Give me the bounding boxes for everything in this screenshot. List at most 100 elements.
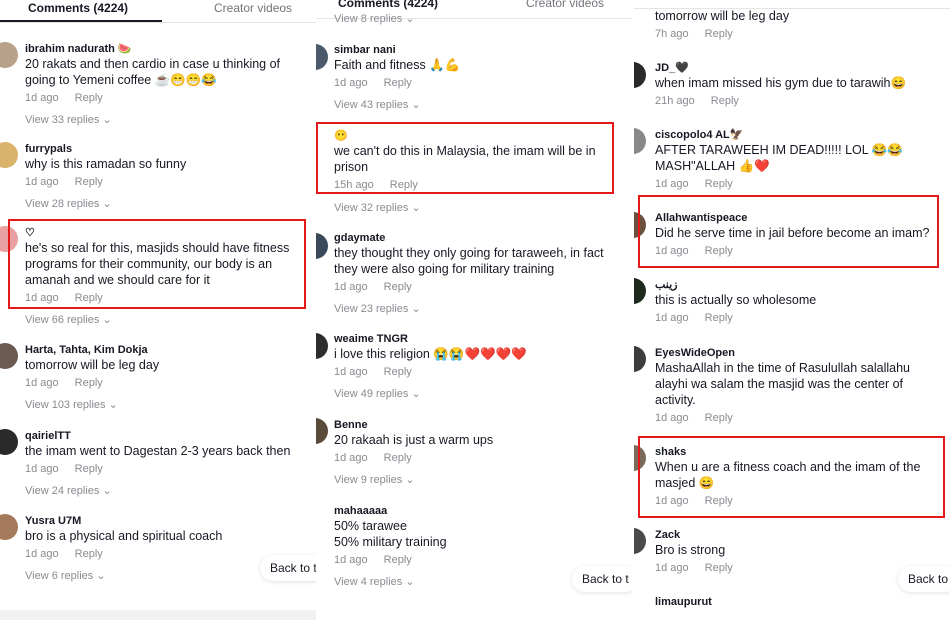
avatar[interactable] [634,528,646,554]
reply-button[interactable]: Reply [75,92,103,104]
comment-author[interactable]: JD_🖤 [655,61,945,75]
avatar[interactable] [634,445,646,471]
comment-author[interactable]: EyesWideOpen [655,346,925,360]
comment-time: 1d ago [334,281,368,293]
avatar[interactable] [0,514,18,540]
reply-button[interactable]: Reply [705,28,733,40]
comment-author[interactable]: furrypals [25,142,310,156]
view-replies-button[interactable]: View 66 replies ⌄ [25,313,300,327]
comment-author[interactable]: gdaymate [334,231,630,245]
reply-button[interactable]: Reply [384,77,412,89]
reply-button[interactable]: Reply [711,95,739,107]
tab-creator-videos[interactable]: Creator videos [526,0,604,11]
avatar[interactable] [634,346,646,372]
reply-button[interactable]: Reply [705,245,733,257]
comment-author[interactable]: mahaaaaa [334,504,624,518]
reply-button[interactable]: Reply [75,176,103,188]
tab-comments[interactable]: Comments (4224) [28,0,128,16]
comment-author[interactable]: زينب [655,278,945,292]
comment-item: Harta, Tahta, Kim Dokja tomorrow will be… [25,343,310,412]
comment-item: ciscopolo4 AL🦅 AFTER TARAWEEH IM DEAD!!!… [655,128,945,191]
avatar[interactable] [316,233,328,259]
comment-author[interactable]: shaks [655,445,940,459]
reply-button[interactable]: Reply [705,495,733,507]
comment-text: i love this religion 😭😭❤️❤️❤️❤️ [334,347,527,361]
reply-button[interactable]: Reply [384,554,412,566]
comment-item: ♡ he's so real for this, masjids should … [25,226,300,327]
comment-author[interactable]: qairielTT [25,429,315,443]
bottom-bar [0,610,316,620]
view-replies-button[interactable]: View 23 replies ⌄ [334,302,630,316]
tab-creator-videos[interactable]: Creator videos [214,0,292,16]
avatar[interactable] [0,142,18,168]
view-replies-button[interactable]: View 49 replies ⌄ [334,387,624,401]
comment-author[interactable]: ♡ [25,226,300,240]
tab-bar: Comments (4224) Creator videos [0,0,316,23]
reply-button[interactable]: Reply [705,178,733,190]
comment-author[interactable]: ciscopolo4 AL🦅 [655,128,945,142]
comment-time: 1d ago [655,245,689,257]
reply-button[interactable]: Reply [384,366,412,378]
reply-button[interactable]: Reply [705,562,733,574]
comment-item: JD_🖤 when imam missed his gym due to tar… [655,61,945,108]
comment-author[interactable]: Yusra U7M [25,514,310,528]
avatar[interactable] [316,418,328,444]
back-to-top-button[interactable]: Back to t [572,566,632,592]
comment-author[interactable]: ibrahim nadurath 🍉 [25,42,310,56]
comment-text: bro is a physical and spiritual coach [25,529,223,543]
view-replies-button[interactable]: View 43 replies ⌄ [334,98,624,112]
back-to-top-button[interactable]: Back to t [260,555,316,581]
comment-text: they thought they only going for tarawee… [334,246,604,276]
back-to-top-button[interactable]: Back to [898,566,950,592]
reply-button[interactable]: Reply [75,463,103,475]
view-replies-button[interactable]: View 33 replies ⌄ [25,113,310,127]
comment-item: 😶 we can't do this in Malaysia, the imam… [334,129,619,215]
reply-button[interactable]: Reply [75,548,103,560]
comment-author[interactable]: simbar nani [334,43,624,57]
comment-text: 50% tarawee 50% military training [334,519,447,549]
reply-button[interactable]: Reply [384,281,412,293]
avatar[interactable] [0,343,18,369]
comment-time: 21h ago [655,95,695,107]
reply-button[interactable]: Reply [390,179,418,191]
comment-text: Bro is strong [655,543,726,557]
avatar[interactable] [0,42,18,68]
comment-item: Zack Bro is strong 1d ago Reply [655,528,945,575]
comment-text: 20 rakats and then cardio in case u thin… [25,57,281,87]
reply-button[interactable]: Reply [384,452,412,464]
view-replies-button[interactable]: View 24 replies ⌄ [25,484,315,498]
comment-item: EyesWideOpen MashaAllah in the time of R… [655,346,925,425]
reply-button[interactable]: Reply [705,412,733,424]
comment-author[interactable]: limaupurut [655,595,945,609]
view-replies-button[interactable]: View 9 replies ⌄ [334,473,624,487]
avatar[interactable] [634,278,646,304]
comment-author[interactable]: Allahwantispeace [655,211,945,225]
comment-text: tomorrow will be leg day [25,358,160,372]
comment-time: 1d ago [334,366,368,378]
comment-time: 1d ago [25,176,59,188]
avatar[interactable] [0,429,18,455]
reply-button[interactable]: Reply [75,377,103,389]
comment-time: 15h ago [334,179,374,191]
view-replies-button[interactable]: View 8 replies ⌄ [334,12,415,26]
comment-item: limaupurut [655,595,945,609]
avatar[interactable] [634,62,646,88]
comment-author[interactable]: weaime TNGR [334,332,624,346]
avatar[interactable] [634,212,646,238]
comment-author[interactable]: Harta, Tahta, Kim Dokja [25,343,310,357]
comment-time: 1d ago [25,463,59,475]
avatar[interactable] [316,44,328,70]
view-replies-button[interactable]: View 103 replies ⌄ [25,398,310,412]
tab-comments[interactable]: Comments (4224) [338,0,438,11]
comment-author[interactable]: 😶 [334,129,619,143]
avatar[interactable] [634,128,646,154]
reply-button[interactable]: Reply [705,312,733,324]
view-replies-button[interactable]: View 28 replies ⌄ [25,197,310,211]
reply-button[interactable]: Reply [75,292,103,304]
comment-author[interactable]: Zack [655,528,945,542]
view-replies-button[interactable]: View 32 replies ⌄ [334,201,619,215]
avatar[interactable] [316,333,328,359]
avatar[interactable] [0,226,18,252]
comment-author[interactable]: Benne [334,418,624,432]
comment-time: 1d ago [25,92,59,104]
